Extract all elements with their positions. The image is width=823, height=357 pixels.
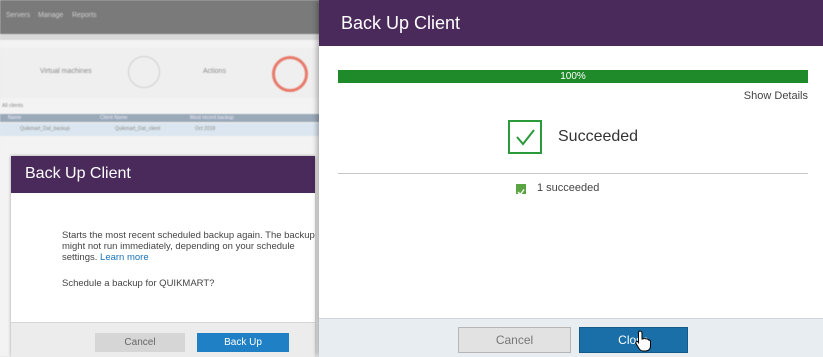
progress-label: 100% bbox=[560, 71, 586, 82]
bg-table-header-cell: Most recent backup bbox=[190, 115, 234, 121]
bg-table-cell: Quikmart_Dat_backup bbox=[20, 126, 70, 132]
divider bbox=[338, 173, 808, 174]
dialog-title-bar: Back Up Client bbox=[319, 0, 823, 46]
progress-bar: 100% bbox=[338, 70, 808, 83]
bg-nav-item: Manage bbox=[38, 12, 64, 19]
bg-filter-text: All clients bbox=[2, 103, 24, 109]
bg-table-cell: Quikmart_Dat_client bbox=[115, 126, 161, 132]
mini-check-icon bbox=[516, 184, 526, 196]
bg-table-cell: Oct 2018 bbox=[195, 126, 216, 132]
bg-table-header-cell: Name bbox=[8, 115, 22, 121]
background-toolbar: Virtual machines Actions bbox=[0, 48, 330, 98]
dialog-footer: Cancel Back Up bbox=[11, 322, 315, 357]
bg-circle-red bbox=[272, 56, 308, 92]
dialog-title: Back Up Client bbox=[25, 165, 131, 182]
dialog-body: Starts the most recent scheduled backup … bbox=[62, 230, 318, 263]
hand-cursor-icon bbox=[635, 330, 651, 352]
backup-confirm-dialog: Back Up Client Starts the most recent sc… bbox=[11, 156, 318, 357]
background-topbar: Servers Manage Reports bbox=[0, 0, 330, 34]
bg-table-row: Quikmart_Dat_backup Quikmart_Dat_client … bbox=[0, 123, 330, 136]
bg-toolbar-left: Virtual machines bbox=[40, 68, 92, 75]
dialog-footer: Cancel Close bbox=[319, 318, 823, 357]
succeeded-count: 1 succeeded bbox=[537, 182, 600, 194]
back-up-button[interactable]: Back Up bbox=[197, 333, 289, 352]
backup-result-dialog: Back Up Client 100% Show Details Succeed… bbox=[319, 0, 823, 357]
dialog-question: Schedule a backup for QUIKMART? bbox=[62, 278, 215, 289]
show-details-link[interactable]: Show Details bbox=[744, 90, 808, 102]
bg-nav-item: Reports bbox=[72, 12, 97, 19]
status-text: Succeeded bbox=[558, 128, 639, 145]
bg-table-header: Name Client Name Most recent backup bbox=[0, 114, 330, 122]
dialog-title-bar: Back Up Client bbox=[11, 156, 315, 193]
learn-more-link[interactable]: Learn more bbox=[100, 252, 149, 263]
dialog-title: Back Up Client bbox=[341, 13, 461, 33]
background-subbar bbox=[0, 34, 330, 40]
bg-nav-item: Servers bbox=[6, 12, 31, 19]
bg-toolbar-right: Actions bbox=[203, 68, 226, 75]
cancel-button[interactable]: Cancel bbox=[95, 333, 185, 352]
check-icon bbox=[508, 120, 542, 154]
cancel-button[interactable]: Cancel bbox=[458, 327, 571, 353]
bg-circle-gray bbox=[128, 56, 160, 88]
bg-table-header-cell: Client Name bbox=[100, 115, 128, 121]
